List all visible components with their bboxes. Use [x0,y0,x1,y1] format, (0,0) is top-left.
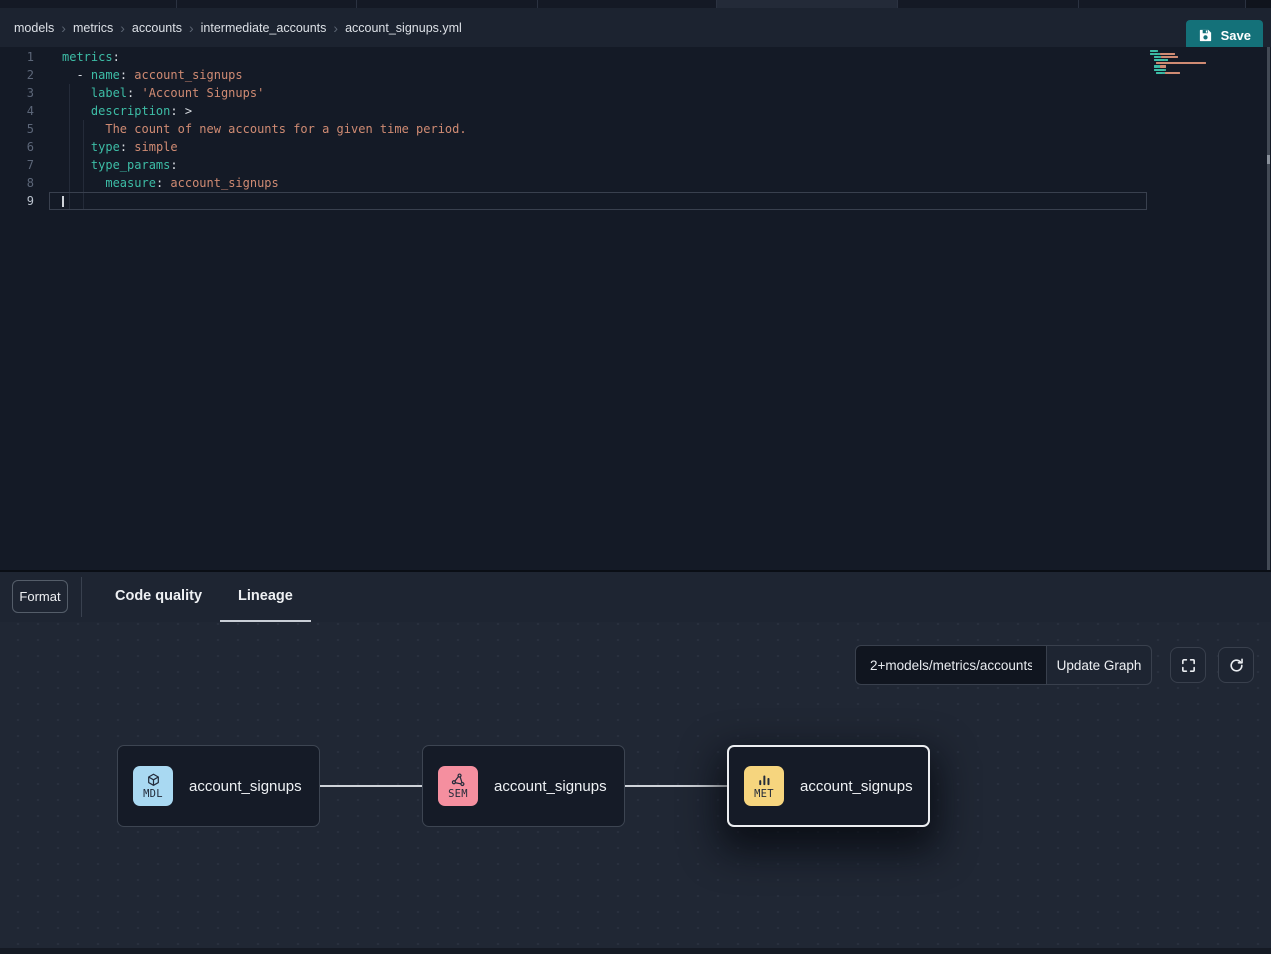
cube-icon [145,772,162,789]
file-tab-strip [0,0,1271,8]
graph-controls: Update Graph [855,645,1152,685]
code-line[interactable]: label: 'Account Signups' [62,84,264,102]
node-badge-mdl: MDL [133,766,173,806]
footer-strip [0,948,1271,954]
code-line[interactable]: type_params: [62,156,178,174]
line-number: 6 [0,138,34,156]
save-button-label: Save [1221,28,1251,43]
file-tab-segment[interactable] [716,0,897,8]
breadcrumb-separator-icon: › [120,21,125,35]
code-editor[interactable]: 123456789 metrics: - name: account_signu… [0,47,1271,570]
node-badge-label: MET [754,789,774,801]
breadcrumb-item[interactable]: accounts [132,21,182,35]
line-number: 8 [0,174,34,192]
code-line[interactable]: - name: account_signups [62,66,243,84]
ide-window: models › metrics › accounts › intermediate_acc… [0,0,1271,954]
breadcrumb-separator-icon: › [61,21,66,35]
update-graph-button[interactable]: Update Graph [1047,645,1152,685]
node-label: account_signups [800,778,913,795]
breadcrumb-separator-icon: › [333,21,338,35]
bar-chart-icon [756,772,773,789]
fullscreen-button[interactable] [1170,647,1206,683]
node-badge-label: MDL [143,789,163,801]
lineage-node-met[interactable]: MET account_signups [727,745,930,827]
code-line[interactable]: The count of new accounts for a given ti… [62,120,467,138]
lineage-panel: Update Graph MDL account_signups SEM accoun… [0,622,1271,954]
code-line[interactable]: description: > [62,102,192,120]
file-tab-segment[interactable] [1078,0,1245,8]
editor-scrollbar[interactable] [1267,47,1270,570]
tab-lineage[interactable]: Lineage [220,572,311,622]
node-label: account_signups [494,778,607,795]
line-number: 2 [0,66,34,84]
editor-minimap[interactable] [1150,49,1240,78]
line-number: 4 [0,102,34,120]
breadcrumb-item[interactable]: metrics [73,21,113,35]
refresh-icon [1228,657,1245,674]
breadcrumb: models › metrics › accounts › intermediate_acc… [14,21,462,35]
code-line[interactable]: type: simple [62,138,178,156]
file-tab-segment[interactable] [176,0,356,8]
file-tab-segment[interactable] [1245,0,1271,8]
editor-scrollbar-thumb[interactable] [1267,155,1270,164]
lineage-edge [625,785,727,787]
header-divider [81,577,82,617]
tab-code-quality[interactable]: Code quality [97,572,220,622]
line-number: 5 [0,120,34,138]
breadcrumb-separator-icon: › [189,21,194,35]
format-button[interactable]: Format [12,580,68,613]
line-number: 7 [0,156,34,174]
node-badge-sem: SEM [438,766,478,806]
code-line[interactable]: metrics: [62,48,120,66]
bottom-panel-header: Format Code qualityLineage [0,572,1271,622]
lineage-edge [320,785,422,787]
breadcrumb-bar: models › metrics › accounts › intermediate_acc… [0,8,1271,47]
file-tab-segment[interactable] [356,0,537,8]
current-line-highlight [49,192,1147,210]
file-tab-segment[interactable] [537,0,716,8]
line-number: 1 [0,48,34,66]
breadcrumb-item[interactable]: intermediate_accounts [201,21,327,35]
file-tab-segment[interactable] [0,0,176,8]
file-tab-segment[interactable] [897,0,1078,8]
text-cursor [62,196,64,207]
breadcrumb-item[interactable]: account_signups.yml [345,21,462,35]
lineage-node-sem[interactable]: SEM account_signups [422,745,625,827]
bottom-panel-tabs: Code qualityLineage [97,572,311,622]
node-badge-met: MET [744,766,784,806]
refresh-button[interactable] [1218,647,1254,683]
floppy-disk-icon [1198,28,1213,43]
node-badge-label: SEM [448,789,468,801]
lineage-selector-input[interactable] [855,645,1047,685]
line-number: 3 [0,84,34,102]
line-number: 9 [0,192,34,210]
node-label: account_signups [189,778,302,795]
code-line[interactable]: measure: account_signups [62,174,279,192]
breadcrumb-item[interactable]: models [14,21,54,35]
semantic-graph-icon [450,772,467,789]
lineage-node-mdl[interactable]: MDL account_signups [117,745,320,827]
fullscreen-icon [1180,657,1197,674]
